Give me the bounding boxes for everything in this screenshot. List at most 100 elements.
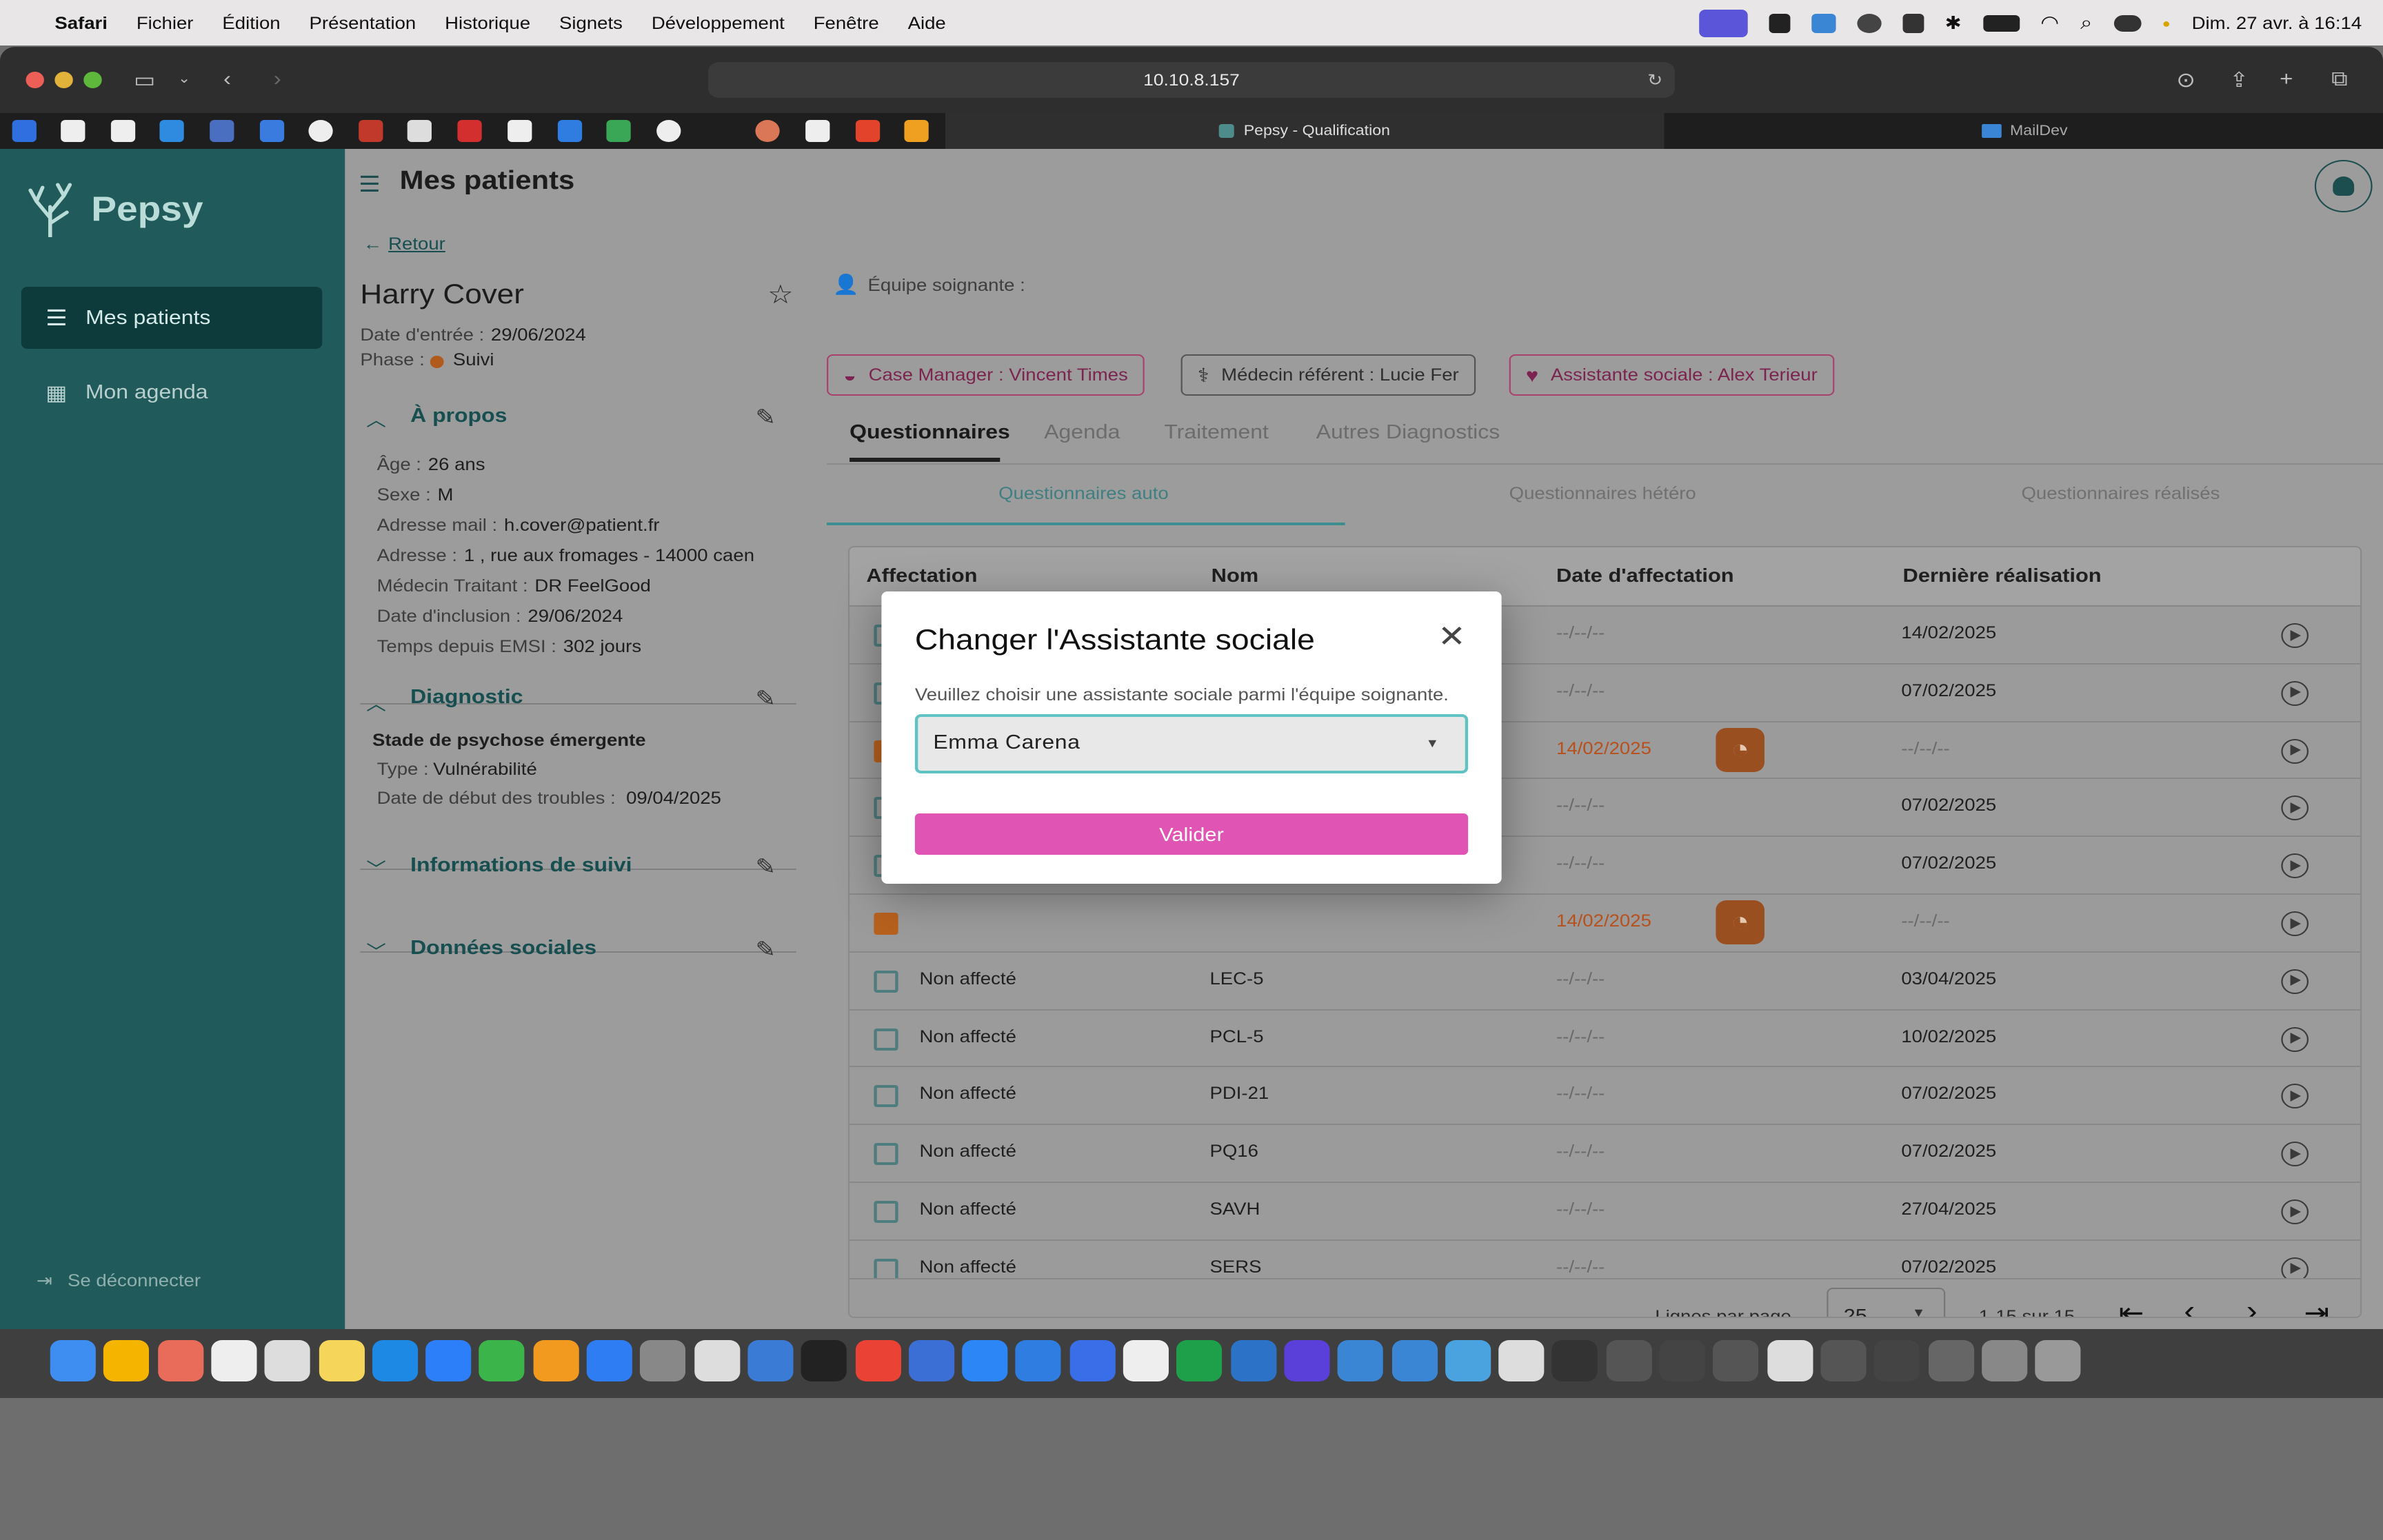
minimize-window-button[interactable]	[54, 72, 73, 88]
bookmark-favicon-mail[interactable]	[904, 120, 929, 142]
menu-app-name[interactable]: Safari	[54, 13, 108, 32]
dock-app-icon[interactable]	[425, 1340, 472, 1381]
wifi-icon[interactable]: ◠	[2040, 11, 2059, 34]
dock-app-icon[interactable]	[372, 1340, 418, 1381]
bookmark-favicon-docker[interactable]	[159, 120, 184, 142]
close-icon[interactable]: ✕	[1438, 619, 1466, 655]
zoom-window-button[interactable]	[83, 72, 102, 88]
bookmark-favicon-jira[interactable]	[12, 120, 37, 142]
tab-maildev-label[interactable]: MailDev	[2010, 123, 2068, 139]
dock-app-icon[interactable]	[1713, 1340, 1759, 1381]
dock-app-icon[interactable]	[1338, 1340, 1384, 1381]
bookmark-favicon-apple[interactable]	[507, 120, 532, 142]
bluetooth-icon[interactable]: ✱	[1945, 12, 1962, 34]
dock-app-icon[interactable]	[854, 1340, 901, 1381]
tab-maildev[interactable]: MailDev	[1666, 113, 2383, 149]
bookmark-favicon-9[interactable]	[407, 120, 432, 142]
menu-item-fenetre[interactable]: Fenêtre	[814, 13, 879, 32]
dock-app-icon[interactable]	[1498, 1340, 1545, 1381]
sidebar-toggle-icon[interactable]: ▭	[134, 68, 155, 92]
menu-item-fichier[interactable]: Fichier	[137, 13, 194, 32]
dock-app-icon[interactable]	[640, 1340, 686, 1381]
submit-button[interactable]: Valider	[914, 813, 1469, 855]
dock-app-icon[interactable]	[103, 1340, 150, 1381]
dock-app-icon[interactable]	[1820, 1340, 1867, 1381]
close-window-button[interactable]	[26, 72, 44, 88]
dock-app-icon[interactable]	[1016, 1340, 1062, 1381]
dock-app-icon[interactable]	[1874, 1340, 1920, 1381]
bookmark-favicon-10[interactable]	[457, 120, 482, 142]
dock-app-icon[interactable]	[1445, 1340, 1491, 1381]
dock-app-icon[interactable]	[1176, 1340, 1223, 1381]
bookmark-favicon-gmail[interactable]	[805, 120, 830, 142]
new-tab-icon[interactable]: +	[2280, 68, 2293, 91]
dock-app-icon[interactable]	[694, 1340, 740, 1381]
control-center-icon[interactable]	[2113, 14, 2141, 31]
share-icon[interactable]: ⇪	[2229, 68, 2249, 92]
menu-item-historique[interactable]: Historique	[445, 13, 530, 32]
dock-app-icon[interactable]	[1767, 1340, 1813, 1381]
bookmark-favicon-meet[interactable]	[606, 120, 631, 142]
bookmark-favicon-7[interactable]	[308, 120, 333, 142]
dock-app-icon[interactable]	[1391, 1340, 1437, 1381]
dock-app-icon[interactable]	[586, 1340, 632, 1381]
vpn-icon[interactable]	[1856, 13, 1882, 32]
screen-share-icon[interactable]	[1698, 9, 1748, 37]
dock-app-icon[interactable]	[50, 1340, 96, 1381]
dock-app-icon[interactable]	[532, 1340, 579, 1381]
address-bar[interactable]: 10.10.8.157 ↻	[708, 62, 1675, 98]
dock-app-icon[interactable]	[1123, 1340, 1169, 1381]
chevron-down-icon[interactable]: ⌄	[178, 72, 190, 87]
bookmark-favicon-claude[interactable]	[755, 120, 780, 142]
dock-app-icon[interactable]	[1069, 1340, 1116, 1381]
bookmark-favicon-github-2[interactable]	[110, 120, 136, 142]
menu-item-aide[interactable]: Aide	[908, 13, 946, 32]
dock-app-icon[interactable]	[1927, 1340, 1974, 1381]
menu-item-signets[interactable]: Signets	[559, 13, 623, 32]
bookmark-favicon-gemini[interactable]	[706, 120, 732, 142]
dock-app-icon[interactable]	[264, 1340, 311, 1381]
tab-pepsy[interactable]: Pepsy - Qualification	[945, 113, 1665, 149]
url-text[interactable]: 10.10.8.157	[1143, 70, 1240, 90]
bookmark-favicon-calendar[interactable]	[557, 120, 583, 142]
bookmark-favicon-8[interactable]	[359, 120, 383, 142]
grammarly-icon[interactable]	[1768, 13, 1790, 32]
tab-pepsy-label[interactable]: Pepsy - Qualification	[1244, 123, 1390, 139]
menu-item-developpement[interactable]: Développement	[652, 13, 785, 32]
trello-icon[interactable]	[1811, 13, 1836, 32]
dock-app-icon[interactable]	[1659, 1340, 1705, 1381]
reload-icon[interactable]: ↻	[1647, 62, 1662, 98]
dock-app-icon[interactable]	[1284, 1340, 1330, 1381]
menu-item-edition[interactable]: Édition	[222, 13, 280, 32]
dock-app-icon[interactable]	[801, 1340, 847, 1381]
menu-item-presentation[interactable]: Présentation	[310, 13, 416, 32]
spotlight-search-icon[interactable]: ⌕	[2080, 11, 2092, 34]
dock-app-icon[interactable]	[747, 1340, 794, 1381]
dock-app-icon[interactable]	[2035, 1340, 2081, 1381]
forward-arrow-icon[interactable]: ›	[274, 68, 281, 91]
bookmark-favicon-github[interactable]	[61, 120, 86, 142]
dock-app-icon[interactable]	[211, 1340, 257, 1381]
dock-app-icon[interactable]	[1552, 1340, 1598, 1381]
pepsy-favicon	[1219, 124, 1235, 138]
dock-app-icon[interactable]	[908, 1340, 954, 1381]
bookmark-favicon-bitwarden[interactable]	[259, 120, 285, 142]
bookmark-favicon-openai[interactable]	[656, 120, 681, 142]
downloads-icon[interactable]: ⊙	[2176, 68, 2195, 92]
back-arrow-icon[interactable]: ‹	[223, 68, 231, 91]
tab-overview-icon[interactable]: ⧉	[2331, 68, 2348, 91]
drive-icon[interactable]	[1902, 13, 1924, 32]
dock-app-icon[interactable]	[1230, 1340, 1276, 1381]
dock-app-icon[interactable]	[479, 1340, 525, 1381]
tab-bar: Pepsy - Qualification MailDev	[0, 113, 2383, 149]
bookmark-favicon-5[interactable]	[210, 120, 234, 142]
menubar-clock[interactable]: Dim. 27 avr. à 16:14	[2192, 13, 2362, 32]
bookmark-favicon-gitlab[interactable]	[855, 120, 881, 142]
battery-icon[interactable]	[1982, 14, 2020, 31]
dock-app-icon[interactable]	[1606, 1340, 1652, 1381]
dock-app-icon[interactable]	[1981, 1340, 2027, 1381]
social-worker-select[interactable]: Emma Carena ▼	[914, 714, 1469, 773]
dock-app-icon[interactable]	[962, 1340, 1008, 1381]
dock-app-icon[interactable]	[318, 1340, 364, 1381]
dock-app-icon[interactable]	[157, 1340, 203, 1381]
